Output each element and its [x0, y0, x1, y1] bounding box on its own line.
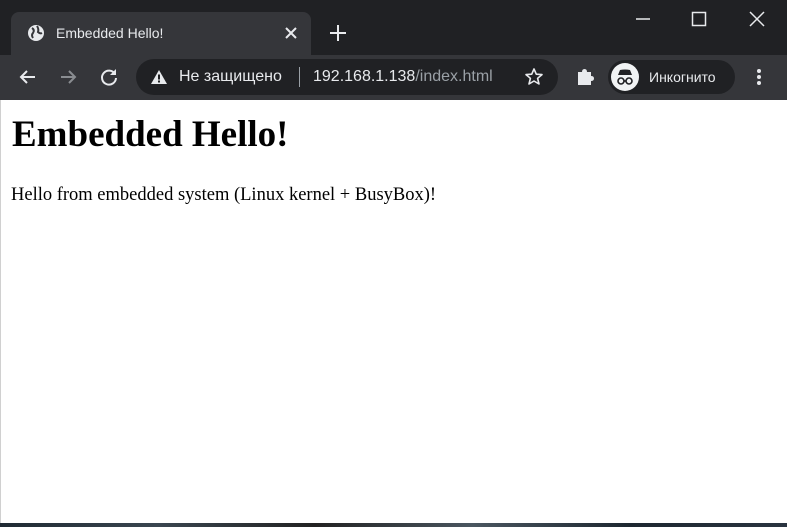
url-path: /index.html — [415, 68, 493, 85]
incognito-profile-button[interactable]: Инкогнито — [608, 60, 735, 94]
address-bar[interactable]: Не защищено 192.168.1.138/index.html — [136, 59, 558, 95]
url-host: 192.168.1.138 — [313, 68, 416, 85]
maximize-icon[interactable] — [688, 8, 710, 30]
security-label[interactable]: Не защищено — [179, 68, 282, 86]
page-viewport: Embedded Hello! Hello from embedded syst… — [0, 100, 787, 527]
tab-close-icon[interactable] — [281, 23, 301, 43]
bookmark-star-icon[interactable] — [524, 67, 544, 87]
back-arrow-icon[interactable] — [17, 66, 39, 88]
url-text[interactable]: 192.168.1.138/index.html — [313, 68, 493, 86]
browser-window: Embedded Hello! Не защищено 192.168.1.13… — [0, 0, 787, 527]
globe-icon — [27, 24, 45, 42]
warning-icon[interactable] — [150, 69, 168, 85]
incognito-label: Инкогнито — [649, 69, 716, 85]
extensions-puzzle-icon[interactable] — [574, 66, 596, 88]
title-bar: Embedded Hello! — [0, 0, 787, 55]
incognito-icon — [611, 63, 639, 91]
desktop-edge — [0, 523, 787, 527]
close-window-icon[interactable] — [746, 8, 768, 30]
reload-icon[interactable] — [98, 66, 120, 88]
browser-tab[interactable]: Embedded Hello! — [11, 12, 311, 55]
toolbar: Не защищено 192.168.1.138/index.html Инк… — [0, 55, 787, 100]
more-menu-icon[interactable] — [748, 66, 770, 88]
page-heading: Embedded Hello! — [12, 114, 289, 155]
page-paragraph: Hello from embedded system (Linux kernel… — [11, 185, 437, 205]
tab-title: Embedded Hello! — [56, 25, 164, 41]
new-tab-button[interactable] — [327, 22, 349, 44]
minimize-icon[interactable] — [632, 8, 654, 30]
forward-arrow-icon[interactable] — [57, 66, 79, 88]
omnibox-divider — [299, 67, 300, 87]
